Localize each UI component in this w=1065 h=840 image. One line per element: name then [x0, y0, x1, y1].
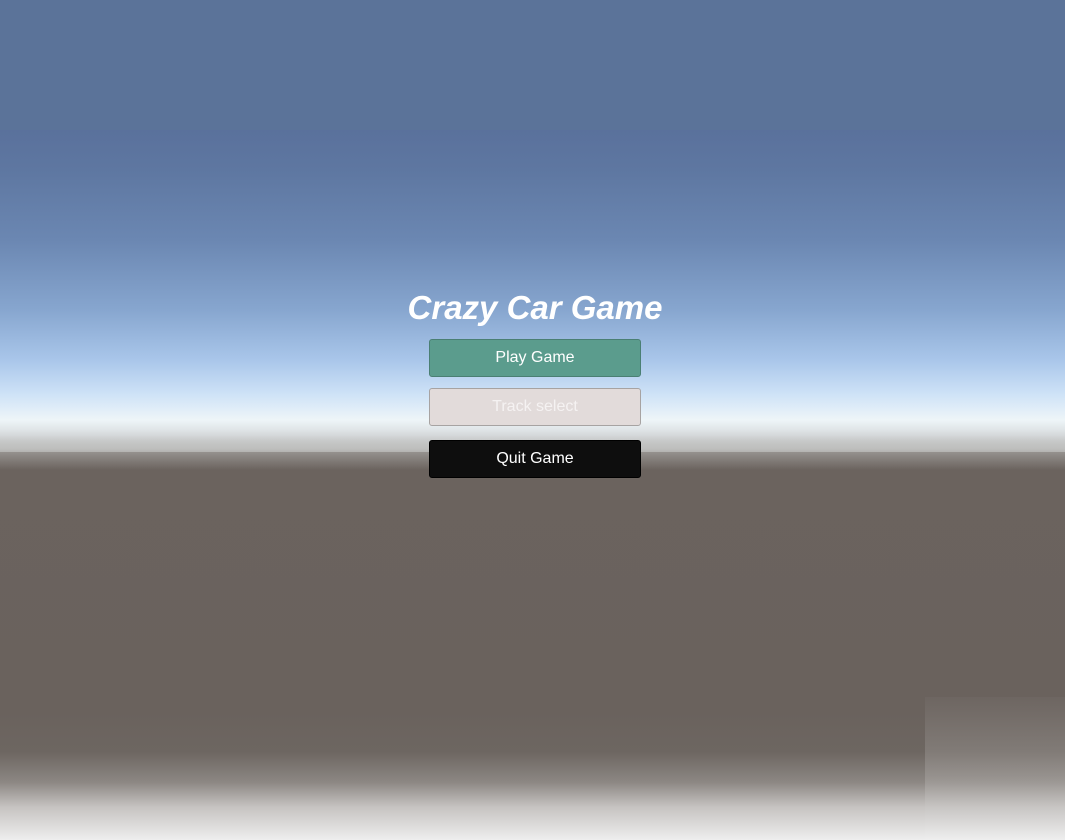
game-scene: Crazy Car Game Play Game Track select Qu… [0, 0, 1065, 840]
track-select-button[interactable]: Track select [429, 388, 641, 426]
play-game-button[interactable]: Play Game [429, 339, 641, 377]
play-game-label: Play Game [495, 349, 575, 366]
main-menu: Crazy Car Game Play Game Track select Qu… [0, 0, 1065, 840]
game-title: Crazy Car Game [407, 289, 663, 326]
quit-game-button[interactable]: Quit Game [429, 440, 641, 478]
track-select-label: Track select [492, 398, 578, 415]
quit-game-label: Quit Game [496, 450, 574, 467]
